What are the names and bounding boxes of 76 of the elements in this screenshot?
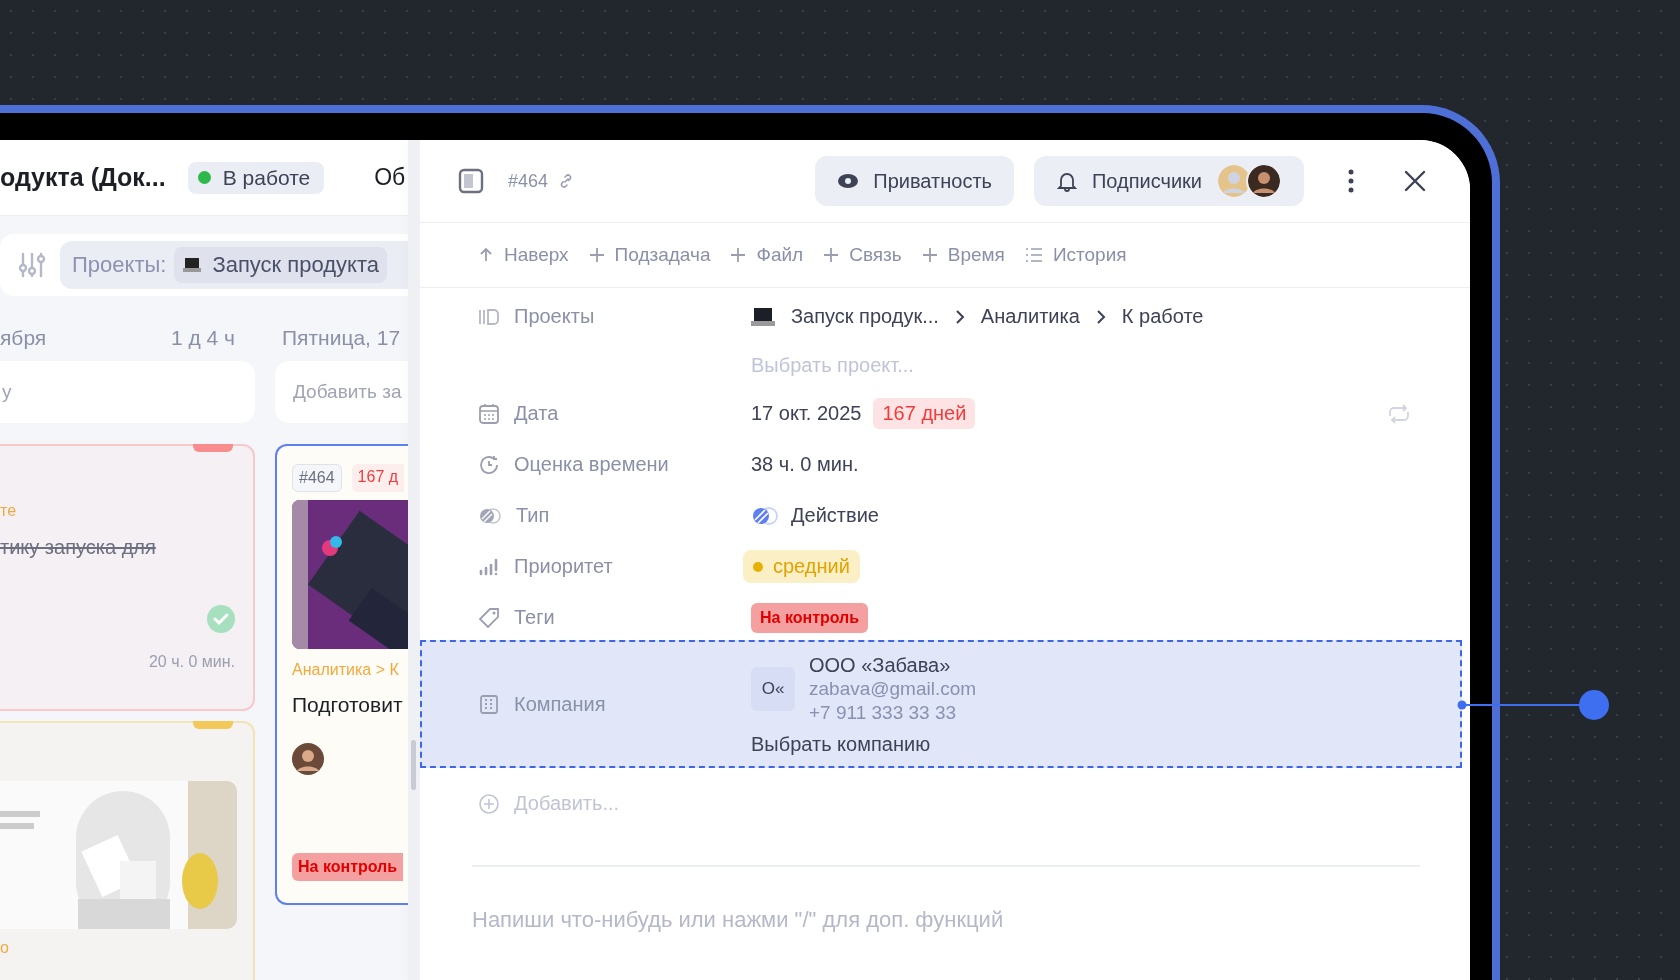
subscribers-button[interactable]: Подписчики xyxy=(1033,156,1304,206)
plus-circle-icon xyxy=(478,792,500,815)
card-path: о xyxy=(0,939,10,957)
task-id: #464 xyxy=(292,464,342,492)
plus-icon xyxy=(921,247,938,263)
project-field[interactable]: Выбрать проект... xyxy=(751,342,1011,388)
breadcrumb-link[interactable]: Запуск продук... xyxy=(791,305,939,328)
column-total: 1 д 4 ч xyxy=(170,326,235,351)
breadcrumb-link[interactable]: Аналитика xyxy=(980,305,1080,328)
status-badge[interactable]: В работе xyxy=(187,161,325,194)
company-name[interactable]: ООО «Забава» xyxy=(809,652,977,677)
sliders-icon[interactable] xyxy=(18,251,46,279)
field-label: Дата xyxy=(514,402,559,425)
project-filter[interactable]: Проекты: Запуск продукта xyxy=(60,241,408,289)
check-icon xyxy=(207,605,235,633)
repeat-icon[interactable] xyxy=(1386,403,1412,424)
company-email: zabava@gmail.com xyxy=(809,676,977,701)
days-badge: 167 дней xyxy=(873,398,976,429)
company-phone: +7 911 333 33 33 xyxy=(809,700,958,725)
eye-icon xyxy=(837,173,860,189)
column-title: Пятница, 17 xyxy=(282,326,401,351)
field-label: Проекты xyxy=(514,305,595,328)
chevron-right-icon xyxy=(1095,308,1106,325)
signal-bars-icon xyxy=(478,557,500,576)
task-id: #464 xyxy=(508,170,549,192)
type-value[interactable]: Действие xyxy=(791,504,879,527)
avatar-icon xyxy=(292,743,324,775)
panel-icon[interactable] xyxy=(458,168,484,194)
breadcrumb-link[interactable]: К работе xyxy=(1121,305,1204,328)
building-icon xyxy=(478,693,500,715)
card-title: тику запуска для xyxy=(0,536,157,559)
task-card[interactable]: те тику запуска для 20 ч. 0 мин. xyxy=(0,444,255,711)
date-value[interactable]: 17 окт. 2025 xyxy=(751,402,862,425)
card-estimate: 20 ч. 0 мин. xyxy=(148,653,235,671)
add-task-field[interactable]: у xyxy=(0,361,255,423)
board-title: одукта (Док... xyxy=(0,163,166,192)
status-dot-icon xyxy=(197,171,211,184)
field-label: Тип xyxy=(516,504,550,527)
hatched-circle-icon xyxy=(751,505,779,526)
list-icon xyxy=(1024,247,1043,263)
plus-icon xyxy=(823,247,840,263)
priority-dot-icon xyxy=(753,561,763,572)
scrollbar-thumb[interactable] xyxy=(411,740,416,790)
column-title: ября xyxy=(0,326,47,351)
more-icon[interactable] xyxy=(1348,169,1354,193)
card-path: те xyxy=(0,502,18,520)
clock-icon xyxy=(478,453,500,476)
laptop-icon xyxy=(182,257,203,273)
field-label: Компания xyxy=(514,692,606,716)
tag-badge: На контроль xyxy=(292,853,404,881)
field-label: Теги xyxy=(514,606,555,629)
field-label: Оценка времени xyxy=(514,453,669,476)
avatar-icon xyxy=(1246,163,1282,199)
plus-icon xyxy=(588,247,605,263)
calendar-icon xyxy=(478,402,500,425)
privacy-button[interactable]: Приватность xyxy=(815,156,1014,206)
chevron-right-icon xyxy=(954,308,965,325)
columns-icon xyxy=(478,306,500,327)
description-editor[interactable]: Напиши что-нибудь или нажми "/" для доп. функций xyxy=(472,907,1372,933)
add-task-field[interactable]: Добавить за xyxy=(275,361,408,423)
company-avatar: О« xyxy=(751,666,795,711)
plus-icon xyxy=(730,247,747,263)
card-path: Аналитика > К xyxy=(292,661,400,679)
card-title: Подготовит xyxy=(292,693,404,717)
estimate-value[interactable]: 38 ч. 0 мин. xyxy=(751,453,859,476)
hatched-circle-icon xyxy=(478,506,502,525)
choose-company-link[interactable]: Выбрать компанию xyxy=(751,732,931,756)
field-label: Приоритет xyxy=(514,555,613,578)
due-badge: 167 д xyxy=(351,464,405,492)
laptop-icon xyxy=(751,306,775,327)
arrow-up-icon xyxy=(478,247,494,263)
tab-label[interactable]: Об xyxy=(374,164,406,191)
tag-icon xyxy=(478,606,500,629)
task-card[interactable]: #464 167 д Аналитика > К Подготовит На контроль xyxy=(275,444,408,905)
bell-icon xyxy=(1055,170,1078,192)
close-icon[interactable] xyxy=(1404,170,1426,192)
